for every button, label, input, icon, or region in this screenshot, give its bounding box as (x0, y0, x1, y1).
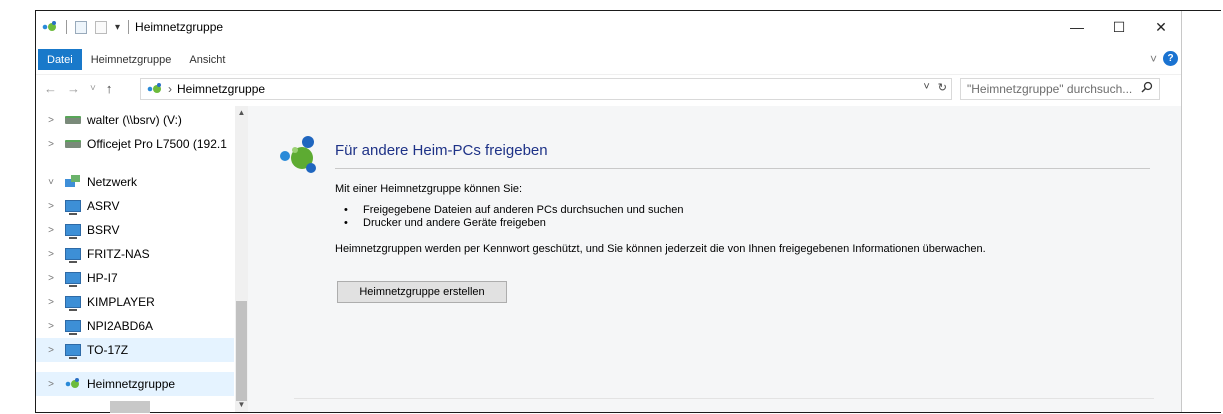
nav-item-officejet[interactable]: > Officejet Pro L7500 (192.1 (36, 132, 234, 156)
address-bar[interactable]: › Heimnetzgruppe ˅ ↻ (140, 78, 952, 100)
ribbon-right-controls: ˅ ? (1150, 51, 1178, 66)
network-drive-icon (64, 137, 82, 151)
nav-item-heimnetzgruppe[interactable]: > Heimnetzgruppe (36, 372, 234, 396)
navigation-buttons: ← → ˅ ↑ (36, 81, 112, 96)
homegroup-icon (42, 21, 58, 33)
up-arrow-icon[interactable]: ↑ (106, 81, 113, 96)
window-title: Heimnetzgruppe (135, 20, 224, 34)
scrollbar-thumb[interactable] (236, 301, 247, 401)
nav-item-walter[interactable]: > walter (\\bsrv) (V:) (36, 108, 234, 132)
network-drive-icon (64, 113, 82, 127)
status-bar-fragment (110, 401, 150, 413)
navigation-pane: > walter (\\bsrv) (V:) > Officejet Pro L… (36, 106, 248, 412)
tab-heimnetzgruppe[interactable]: Heimnetzgruppe (82, 49, 181, 70)
expand-chevron-icon[interactable]: > (44, 379, 58, 390)
nav-item-label: Officejet Pro L7500 (192.1 (87, 137, 227, 151)
nav-item-label: walter (\\bsrv) (V:) (87, 113, 182, 127)
nav-item-label: KIMPLAYER (87, 295, 155, 309)
intro-text: Mit einer Heimnetzgruppe können Sie: (335, 183, 523, 195)
nav-item-label: Heimnetzgruppe (87, 377, 176, 391)
feature-item: Drucker und andere Geräte freigeben (335, 217, 683, 230)
info-text: Heimnetzgruppen werden per Kennwort gesc… (335, 243, 986, 255)
title-bar: ▾ Heimnetzgruppe — ☐ ✕ (36, 11, 1181, 43)
scroll-up-icon[interactable]: ▲ (235, 108, 248, 117)
nav-item-label: Netzwerk (87, 175, 138, 189)
create-homegroup-button[interactable]: Heimnetzgruppe erstellen (337, 281, 507, 303)
expand-chevron-icon[interactable]: > (44, 225, 58, 236)
recent-locations-chevron-icon[interactable]: ˅ (90, 83, 96, 94)
nav-item-kimplayer[interactable]: > KIMPLAYER (36, 290, 234, 314)
expand-chevron-icon[interactable]: > (44, 201, 58, 212)
nav-item-label: TO-17Z (87, 343, 129, 357)
homegroup-large-icon (280, 136, 316, 173)
computer-icon (64, 343, 82, 359)
search-placeholder: "Heimnetzgruppe" durchsuch... (967, 82, 1133, 96)
expand-chevron-icon[interactable]: > (44, 345, 58, 356)
address-row: ← → ˅ ↑ › Heimnetzgruppe ˅ ↻ "Heimnetzgr… (36, 74, 1181, 102)
expand-chevron-icon[interactable]: > (44, 273, 58, 284)
computer-icon (64, 271, 82, 287)
quick-access-toolbar: ▾ (36, 20, 133, 34)
customize-toolbar-dropdown[interactable]: ▾ (115, 22, 120, 33)
content-pane: Für andere Heim-PCs freigeben Mit einer … (248, 106, 1181, 412)
refresh-icon[interactable]: ↻ (938, 81, 947, 94)
maximize-button[interactable]: ☐ (1098, 11, 1140, 43)
nav-item-npi2abd6a[interactable]: > NPI2ABD6A (36, 314, 234, 338)
help-icon[interactable]: ? (1163, 51, 1178, 66)
scroll-down-icon[interactable]: ▼ (235, 400, 248, 409)
computer-icon (64, 295, 82, 311)
explorer-window: ▾ Heimnetzgruppe — ☐ ✕ Datei Heimnetzgru… (36, 11, 1182, 412)
nav-item-asrv[interactable]: > ASRV (36, 194, 234, 218)
nav-item-label: NPI2ABD6A (87, 319, 154, 333)
nav-item-label: FRITZ-NAS (87, 247, 150, 261)
content-bottom-divider (294, 398, 1154, 399)
nav-item-bsrv[interactable]: > BSRV (36, 218, 234, 242)
homegroup-icon (147, 83, 163, 95)
forward-arrow-icon[interactable]: → (67, 81, 80, 96)
window-controls: — ☐ ✕ (1056, 11, 1181, 43)
toolbar-separator (66, 20, 67, 34)
nav-pane-scrollbar[interactable]: ▲ ▼ (235, 106, 248, 412)
nav-item-fritz-nas[interactable]: > FRITZ-NAS (36, 242, 234, 266)
ribbon-tabs: Datei Heimnetzgruppe Ansicht ˅ ? (36, 49, 1181, 70)
nav-item-label: HP-I7 (87, 271, 118, 285)
minimize-button[interactable]: — (1056, 11, 1098, 43)
address-controls: ˅ ↻ (923, 81, 947, 94)
nav-item-label: ASRV (87, 199, 120, 213)
tab-ansicht[interactable]: Ansicht (180, 49, 234, 70)
nav-item-to-17z[interactable]: > TO-17Z (36, 338, 234, 362)
feature-list: Freigegebene Dateien auf anderen PCs dur… (335, 204, 683, 230)
address-dropdown-icon[interactable]: ˅ (923, 81, 929, 94)
network-icon (64, 175, 82, 189)
collapse-chevron-icon[interactable]: ˅ (44, 177, 58, 188)
homegroup-icon (64, 377, 82, 391)
page-heading: Für andere Heim-PCs freigeben (335, 142, 548, 159)
expand-chevron-icon[interactable]: > (44, 115, 58, 126)
computer-icon (64, 247, 82, 263)
computer-icon (64, 199, 82, 215)
expand-chevron-icon[interactable]: > (44, 139, 58, 150)
tab-datei[interactable]: Datei (38, 49, 82, 70)
toolbar-separator (128, 20, 130, 34)
search-input[interactable]: "Heimnetzgruppe" durchsuch... (960, 78, 1160, 100)
new-folder-icon[interactable] (95, 20, 107, 34)
computer-icon (64, 319, 82, 335)
close-button[interactable]: ✕ (1140, 11, 1181, 43)
breadcrumb-separator[interactable]: › (168, 82, 172, 96)
nav-item-hp-i7[interactable]: > HP-I7 (36, 266, 234, 290)
back-arrow-icon[interactable]: ← (44, 81, 57, 96)
expand-chevron-icon[interactable]: > (44, 321, 58, 332)
expand-ribbon-icon[interactable]: ˅ (1150, 52, 1157, 66)
nav-item-label: BSRV (87, 223, 120, 237)
heading-divider (335, 168, 1150, 169)
computer-icon (64, 223, 82, 239)
search-icon[interactable] (1141, 81, 1153, 96)
properties-icon[interactable] (75, 20, 87, 34)
homegroup-panel: Für andere Heim-PCs freigeben Mit einer … (278, 116, 1158, 386)
expand-chevron-icon[interactable]: > (44, 249, 58, 260)
expand-chevron-icon[interactable]: > (44, 297, 58, 308)
breadcrumb-heimnetzgruppe[interactable]: Heimnetzgruppe (177, 82, 265, 96)
nav-item-netzwerk[interactable]: ˅ Netzwerk (36, 170, 234, 194)
feature-item: Freigegebene Dateien auf anderen PCs dur… (335, 204, 683, 217)
